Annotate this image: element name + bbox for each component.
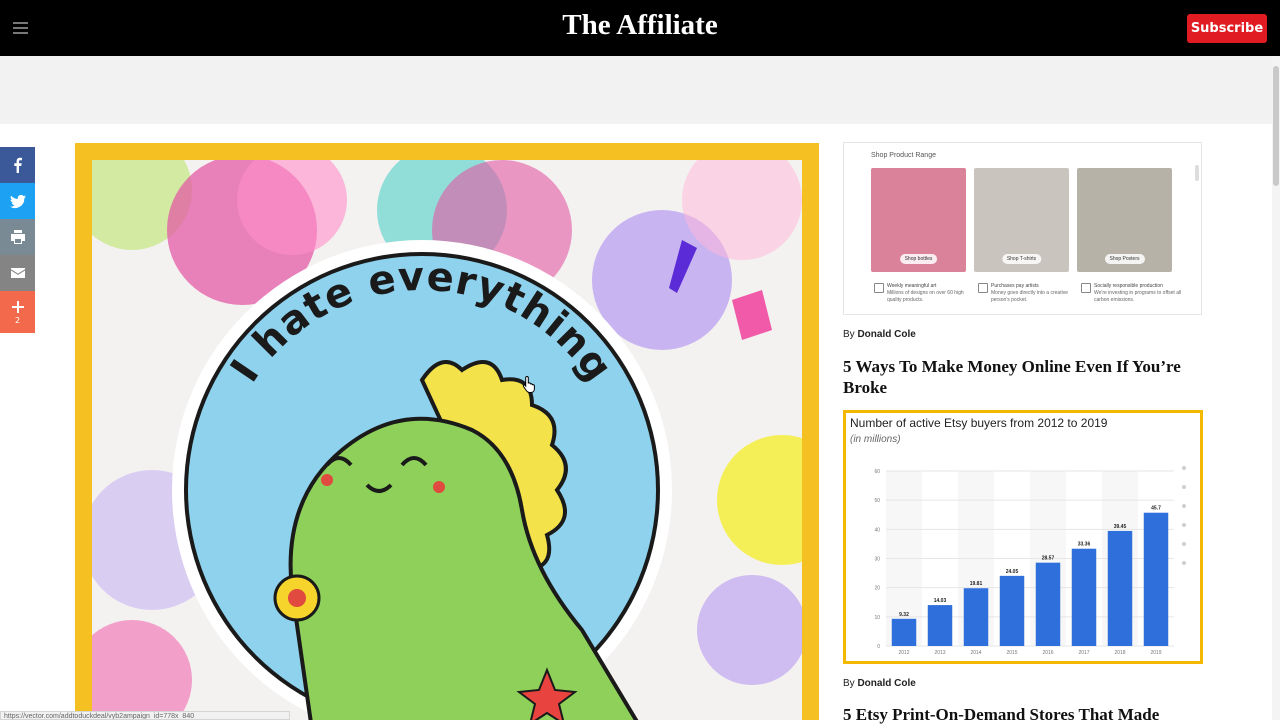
shop-bottles-button[interactable]: Shop bottles <box>899 254 938 264</box>
chart-tool-icon <box>1182 485 1186 489</box>
author-link[interactable]: Donald Cole <box>857 678 915 689</box>
bar-value-label: 39.45 <box>1114 524 1127 530</box>
y-tick-label: 0 <box>877 644 880 650</box>
product-bottle-image[interactable]: Shop bottles <box>871 168 966 272</box>
y-tick-label: 60 <box>874 469 880 475</box>
feature-icon <box>874 283 884 293</box>
chart-bar <box>999 575 1025 646</box>
chart-tool-icon <box>1182 561 1186 565</box>
feature-text: Millions of designs on over 60 high qual… <box>887 290 964 303</box>
card-scrollbar[interactable] <box>1195 165 1199 181</box>
shop-card-heading: Shop Product Range <box>871 152 936 159</box>
chart-bar <box>1035 562 1061 646</box>
plus-icon <box>11 301 24 313</box>
chart-bar <box>963 588 989 646</box>
site-title[interactable]: The Affiliate <box>0 9 1280 42</box>
facebook-share-button[interactable] <box>0 147 35 183</box>
byline-prefix: By <box>843 329 855 340</box>
chart-bar <box>891 618 917 646</box>
chart-bar <box>1143 512 1169 646</box>
y-tick-label: 50 <box>874 498 880 504</box>
feature-text: Money goes directly into a creative pers… <box>991 290 1068 303</box>
bar-value-label: 9.32 <box>899 612 909 618</box>
print-button[interactable] <box>0 219 35 255</box>
chart-tool-icon <box>1182 466 1186 470</box>
status-bar-url: https://vector.com/addtoduckdeal/vyb2amp… <box>0 711 290 720</box>
bar-chart: 0 10 20 30 40 50 60 9.32 2012 14.03 2013 19.81 2014 2… <box>874 466 1186 656</box>
product-poster-image[interactable]: Shop Posters <box>1077 168 1172 272</box>
subscribe-button[interactable]: Subscribe <box>1187 14 1267 43</box>
bar-value-label: 24.05 <box>1006 569 1019 575</box>
article-title-link[interactable]: 5 Ways To Make Money Online Even If You’… <box>843 356 1198 398</box>
feature-item: Purchases pay artists Money goes directl… <box>978 283 1081 304</box>
x-tick-label: 2012 <box>898 650 909 656</box>
article-byline: By Donald Cole <box>843 678 916 689</box>
y-tick-label: 20 <box>874 586 880 592</box>
chart-tool-icon <box>1182 504 1186 508</box>
email-share-button[interactable] <box>0 255 35 291</box>
feature-item: Weekly meaningful art Millions of design… <box>874 283 977 304</box>
feature-icon <box>978 283 988 293</box>
shop-product-range-card[interactable]: Shop Product Range Shop bottles Shop T-s… <box>843 142 1202 315</box>
sticker-illustration: I hate everything <box>92 160 802 720</box>
facebook-icon <box>13 157 22 173</box>
hero-image[interactable]: I hate everything <box>75 143 819 720</box>
x-tick-label: 2017 <box>1078 650 1089 656</box>
ad-banner-area <box>0 56 1280 124</box>
chart-bar <box>927 605 953 646</box>
print-icon <box>10 230 25 244</box>
article-title-link[interactable]: 5 Etsy Print-On-Demand Stores That Made <box>843 704 1198 725</box>
twitter-share-button[interactable] <box>0 183 35 219</box>
x-tick-label: 2013 <box>934 650 945 656</box>
byline-prefix: By <box>843 678 855 689</box>
top-bar: The Affiliate Subscribe <box>0 0 1280 56</box>
x-tick-label: 2016 <box>1042 650 1053 656</box>
chart-bar <box>1071 548 1097 646</box>
x-tick-label: 2015 <box>1006 650 1017 656</box>
hand-cursor-icon <box>522 375 535 393</box>
y-tick-label: 10 <box>874 615 880 621</box>
chart-tool-icon <box>1182 523 1186 527</box>
feature-item: Socially responsible production We're in… <box>1081 283 1184 304</box>
feature-title: Purchases pay artists <box>991 283 1039 289</box>
share-count: 2 <box>14 316 21 325</box>
product-tshirt-image[interactable]: Shop T-shirts <box>974 168 1069 272</box>
bar-value-label: 45.7 <box>1151 506 1161 512</box>
feature-title: Socially responsible production <box>1094 283 1163 289</box>
x-tick-label: 2014 <box>970 650 981 656</box>
chart-tool-icon <box>1182 542 1186 546</box>
etsy-buyers-chart[interactable]: Number of active Etsy buyers from 2012 t… <box>843 410 1203 664</box>
bar-value-label: 28.57 <box>1042 556 1055 562</box>
page-scrollbar[interactable] <box>1272 56 1280 720</box>
x-tick-label: 2019 <box>1150 650 1161 656</box>
twitter-icon <box>9 194 26 209</box>
chart-bar <box>1107 530 1133 646</box>
feature-icon <box>1081 283 1091 293</box>
article-byline: By Donald Cole <box>843 329 916 340</box>
y-tick-label: 40 <box>874 527 880 533</box>
shop-tshirts-button[interactable]: Shop T-shirts <box>1001 254 1042 264</box>
more-share-button[interactable]: 2 <box>0 291 35 333</box>
x-tick-label: 2018 <box>1114 650 1125 656</box>
y-tick-label: 30 <box>874 557 880 563</box>
bar-value-label: 14.03 <box>934 598 947 604</box>
author-link[interactable]: Donald Cole <box>857 329 915 340</box>
scrollbar-thumb[interactable] <box>1273 66 1279 186</box>
bar-value-label: 33.36 <box>1078 542 1091 548</box>
shop-posters-button[interactable]: Shop Posters <box>1104 254 1145 264</box>
bar-value-label: 19.81 <box>970 581 983 587</box>
feature-title: Weekly meaningful art <box>887 283 937 289</box>
feature-text: We're investing in programs to offset al… <box>1094 290 1182 303</box>
email-icon <box>10 268 25 278</box>
